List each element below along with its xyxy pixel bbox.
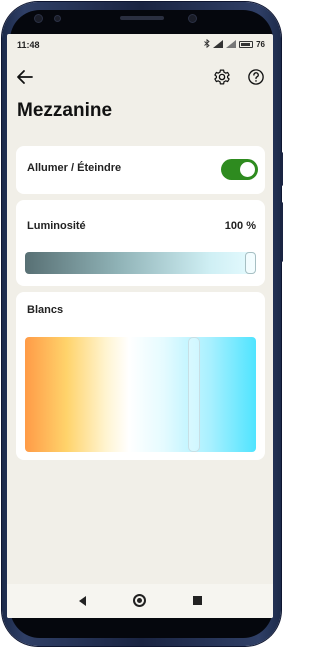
earpiece-speaker	[120, 16, 164, 20]
toggle-knob	[240, 162, 255, 177]
top-app-bar	[7, 62, 273, 92]
status-time: 11:48	[17, 40, 40, 50]
back-button[interactable]	[15, 67, 35, 87]
app-screen: 11:48 76 Mezzanine Allumer / Éteindre Lu…	[7, 34, 273, 618]
brightness-value: 100 %	[224, 220, 256, 232]
phone-side-button	[280, 152, 283, 186]
nav-back-icon[interactable]	[79, 596, 86, 606]
help-icon	[248, 69, 264, 85]
phone-side-button	[280, 202, 283, 262]
bluetooth-icon	[204, 38, 210, 50]
phone-top-sensors	[10, 10, 270, 32]
brightness-slider[interactable]	[25, 252, 256, 274]
front-camera-icon	[188, 14, 197, 23]
help-button[interactable]	[247, 68, 265, 86]
wifi-icon	[226, 39, 237, 50]
nav-recents-icon[interactable]	[193, 596, 202, 605]
battery-icon	[239, 41, 254, 48]
brightness-slider-handle[interactable]	[245, 252, 256, 274]
front-camera-icon	[34, 14, 43, 23]
whites-card: Blancs	[16, 292, 265, 460]
status-icons: 76	[204, 38, 265, 50]
back-arrow-icon	[17, 70, 33, 84]
nav-home-icon[interactable]	[133, 594, 146, 607]
settings-button[interactable]	[213, 68, 231, 86]
page-title: Mezzanine	[17, 100, 113, 121]
white-temperature-slider-handle[interactable]	[187, 337, 200, 452]
power-toggle[interactable]	[221, 159, 258, 180]
sensor-icon	[54, 15, 61, 22]
system-nav-bar	[7, 584, 273, 618]
signal-icon	[213, 39, 224, 50]
battery-percentage: 76	[256, 40, 265, 49]
whites-label: Blancs	[27, 304, 64, 316]
brightness-label: Luminosité	[27, 220, 86, 232]
white-temperature-slider[interactable]	[25, 337, 256, 452]
gear-icon	[214, 69, 230, 85]
status-bar: 11:48 76	[7, 34, 273, 56]
brightness-card: Luminosité 100 %	[16, 200, 265, 286]
power-card: Allumer / Éteindre	[16, 146, 265, 194]
power-label: Allumer / Éteindre	[27, 162, 122, 174]
